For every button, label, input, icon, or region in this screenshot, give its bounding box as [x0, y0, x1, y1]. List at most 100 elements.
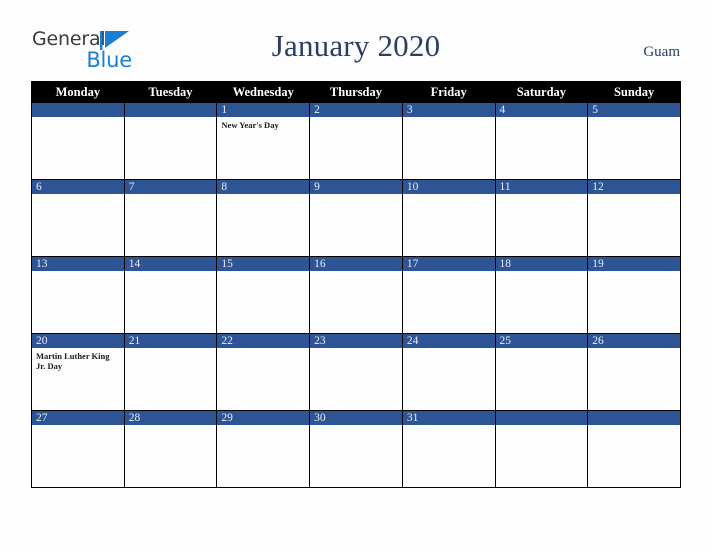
page-title: January 2020: [271, 28, 441, 63]
day-cell[interactable]: 15: [216, 256, 311, 334]
weekday-header-friday: Friday: [401, 81, 496, 103]
day-cell[interactable]: [31, 102, 125, 180]
day-cell[interactable]: 20 Martin Luther King Jr. Day: [31, 333, 125, 411]
day-number: [495, 411, 588, 425]
weekday-header-row: Monday Tuesday Wednesday Thursday Friday…: [31, 81, 681, 103]
week-row: 27 28 29 30 31: [31, 410, 681, 488]
holiday-label: [496, 425, 588, 428]
day-number: [588, 411, 680, 425]
day-cell[interactable]: [587, 410, 681, 488]
day-cell[interactable]: 5: [587, 102, 681, 180]
holiday-label: Martin Luther King Jr. Day: [36, 351, 110, 371]
day-cell[interactable]: 8: [216, 179, 311, 257]
week-row: 13 14 15 16 17 18 19: [31, 256, 681, 334]
holiday-label: [403, 425, 495, 428]
day-cell[interactable]: 26: [587, 333, 681, 411]
day-cell[interactable]: 1 New Year's Day: [216, 102, 311, 180]
day-cell[interactable]: 3: [401, 102, 496, 180]
day-cell[interactable]: 11: [494, 179, 589, 257]
holiday-label: [125, 425, 217, 428]
month-grid-body: 1 New Year's Day 2 3 4 5 6 7 8 9 10 11 12…: [31, 102, 681, 488]
day-number: 20: [32, 334, 124, 348]
day-cell[interactable]: 10: [401, 179, 496, 257]
day-cell[interactable]: 19: [587, 256, 681, 334]
day-number: 15: [217, 257, 310, 271]
week-row: 1 New Year's Day 2 3 4 5: [31, 102, 681, 180]
day-cell[interactable]: [123, 102, 218, 180]
holiday-label: [310, 194, 402, 197]
day-number: 5: [588, 103, 680, 117]
day-number: 27: [32, 411, 124, 425]
day-number: 29: [217, 411, 310, 425]
day-number: 21: [124, 334, 217, 348]
day-cell[interactable]: 13: [31, 256, 125, 334]
holiday-label: [32, 271, 124, 274]
holiday-label: [125, 348, 217, 351]
calendar-page: General Blue January 2020 Guam Monday Tu…: [0, 0, 712, 550]
day-number: 12: [588, 180, 680, 194]
day-cell[interactable]: 25: [494, 333, 589, 411]
holiday-label: [403, 348, 495, 351]
day-number: 16: [310, 257, 402, 271]
day-cell[interactable]: 24: [401, 333, 496, 411]
holiday-label: [588, 425, 680, 428]
holiday-label: [32, 425, 124, 428]
locale-label: Guam: [643, 44, 680, 60]
holiday-label: [125, 194, 217, 197]
day-number: 7: [124, 180, 217, 194]
holiday-label: [217, 194, 309, 197]
day-number: 14: [124, 257, 217, 271]
day-cell[interactable]: 31: [401, 410, 496, 488]
holiday-label: [217, 348, 309, 351]
day-cell[interactable]: 27: [31, 410, 125, 488]
day-cell[interactable]: 12: [587, 179, 681, 257]
day-cell[interactable]: 16: [309, 256, 403, 334]
day-cell[interactable]: 4: [494, 102, 589, 180]
day-cell[interactable]: 30: [309, 410, 403, 488]
holiday-label: [588, 348, 680, 351]
weekday-header-sunday: Sunday: [587, 81, 681, 103]
holiday-label: [217, 271, 309, 274]
holiday-label: [310, 117, 402, 120]
day-cell[interactable]: 28: [123, 410, 218, 488]
day-number: 30: [310, 411, 402, 425]
day-number: 11: [495, 180, 588, 194]
weekday-header-wednesday: Wednesday: [216, 81, 311, 103]
day-cell[interactable]: 21: [123, 333, 218, 411]
week-row: 6 7 8 9 10 11 12: [31, 179, 681, 257]
day-cell[interactable]: 2: [309, 102, 403, 180]
week-row: 20 Martin Luther King Jr. Day 21 22 23 24…: [31, 333, 681, 411]
holiday-label: [125, 117, 217, 120]
holiday-label: [588, 194, 680, 197]
day-cell[interactable]: 22: [216, 333, 311, 411]
month-grid: Monday Tuesday Wednesday Thursday Friday…: [31, 81, 681, 488]
holiday-label: [403, 117, 495, 120]
day-number: 3: [402, 103, 495, 117]
weekday-header-tuesday: Tuesday: [123, 81, 218, 103]
day-cell[interactable]: 9: [309, 179, 403, 257]
day-number: 28: [124, 411, 217, 425]
holiday-label: [217, 425, 309, 428]
holiday-label: [496, 348, 588, 351]
day-cell[interactable]: 18: [494, 256, 589, 334]
weekday-header-saturday: Saturday: [494, 81, 589, 103]
holiday-label: [310, 348, 402, 351]
day-cell[interactable]: 23: [309, 333, 403, 411]
day-number: 19: [588, 257, 680, 271]
day-cell[interactable]: 29: [216, 410, 311, 488]
day-number: 1: [217, 103, 310, 117]
holiday-label: [588, 271, 680, 274]
day-cell[interactable]: 7: [123, 179, 218, 257]
day-cell[interactable]: 6: [31, 179, 125, 257]
day-number: 9: [310, 180, 402, 194]
day-cell[interactable]: 14: [123, 256, 218, 334]
day-number: 4: [495, 103, 588, 117]
holiday-label: [496, 194, 588, 197]
holiday-label: [588, 117, 680, 120]
day-number: 2: [310, 103, 402, 117]
day-number: 22: [217, 334, 310, 348]
day-number: 13: [32, 257, 124, 271]
day-cell[interactable]: 17: [401, 256, 496, 334]
day-cell[interactable]: [494, 410, 589, 488]
holiday-label: [496, 271, 588, 274]
